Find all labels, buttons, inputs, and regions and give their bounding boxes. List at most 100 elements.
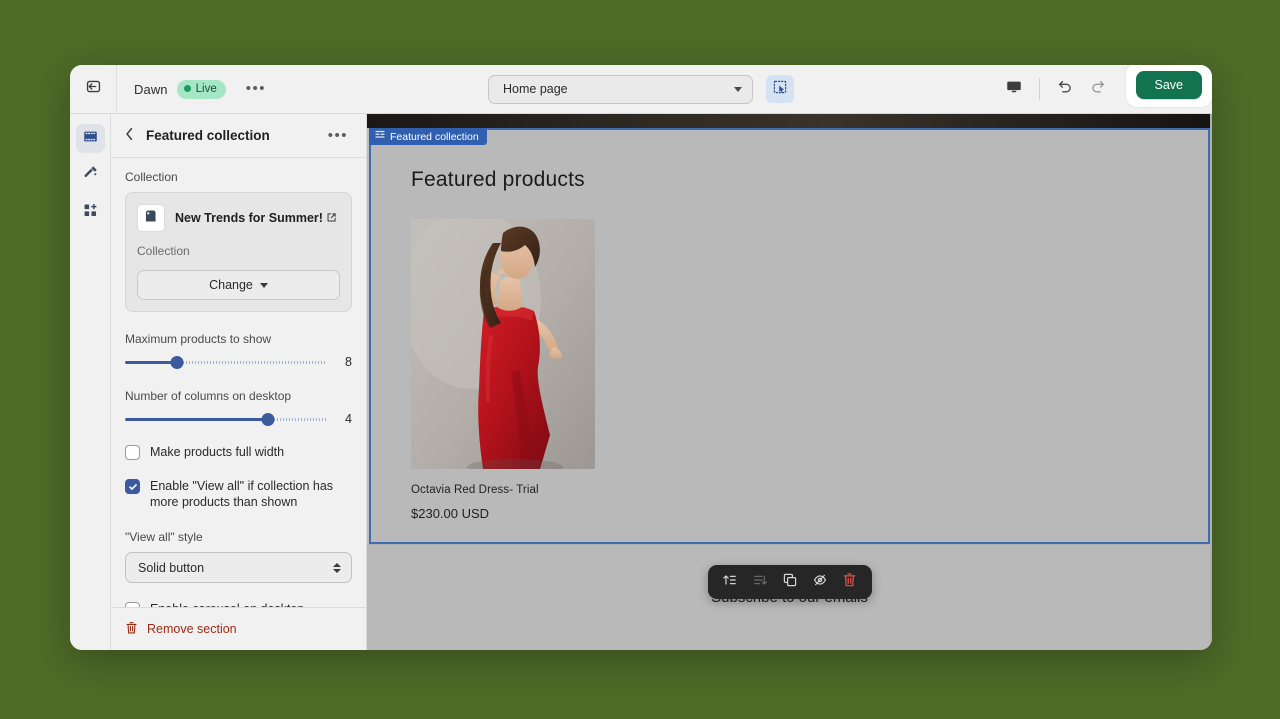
product-image [411, 219, 595, 469]
sidebar-header: Featured collection ••• [111, 114, 366, 158]
sections-icon [82, 128, 99, 150]
device-preview-button[interactable] [997, 74, 1031, 104]
top-bar-left: Dawn Live ••• [70, 65, 270, 114]
chevron-down-icon [259, 282, 268, 288]
paint-roller-icon [81, 164, 99, 187]
preview-edge [1210, 114, 1212, 650]
theme-name: Dawn [134, 81, 168, 97]
exit-editor-button[interactable] [70, 65, 117, 114]
undo-button[interactable] [1048, 74, 1082, 104]
hide-button[interactable] [806, 569, 834, 595]
live-dot-icon [183, 85, 191, 92]
delete-button[interactable] [836, 569, 864, 595]
view-all-style-label: "View all" style [125, 530, 203, 544]
editor-body: Featured collection ••• Collection New T… [70, 114, 1212, 650]
theme-editor-window: Dawn Live ••• Home page Save Featured co… [70, 65, 1212, 650]
rail-item-theme-settings[interactable] [76, 161, 105, 190]
settings-sidebar: Featured collection ••• Collection New T… [111, 114, 367, 650]
page-selector[interactable]: Home page [488, 74, 753, 104]
columns-value: 4 [345, 412, 352, 426]
duplicate-icon [782, 572, 798, 593]
desktop-preview-icon [1005, 78, 1023, 101]
section-label-badge: Featured collection [369, 128, 487, 145]
max-products-slider-block: Maximum products to show 8 [125, 332, 352, 369]
columns-slider-block: Number of columns on desktop 4 [125, 389, 352, 426]
view-all-style-block: "View all" style Solid button [125, 530, 352, 583]
eye-slash-icon [812, 572, 828, 593]
exit-arrow-icon [85, 78, 102, 100]
page-title: Featured collection [146, 128, 270, 143]
toolbar-divider [1038, 78, 1040, 100]
move-down-icon [752, 572, 768, 593]
undo-icon [1055, 77, 1074, 101]
sidebar-scroll-area[interactable]: Collection New Trends for Summer! Collec… [111, 158, 366, 607]
view-all-checkbox[interactable] [125, 479, 140, 494]
collection-card-row: New Trends for Summer! [137, 204, 340, 232]
sidebar-footer: Remove section [111, 607, 366, 650]
product-card[interactable]: Octavia Red Dress- Trial $230.00 USD [411, 219, 1208, 521]
storefront-preview[interactable]: Featured collection Featured products Oc… [367, 114, 1212, 650]
duplicate-button[interactable] [776, 569, 804, 595]
section-heading: Featured products [411, 168, 585, 191]
external-link-icon[interactable] [326, 212, 337, 223]
rail-item-sections[interactable] [75, 124, 105, 153]
move-up-icon [722, 572, 738, 593]
max-products-value: 8 [345, 355, 352, 369]
collection-thumbnail [137, 204, 165, 232]
columns-slider-row: 4 [125, 412, 352, 426]
inspector-toggle-button[interactable] [766, 75, 794, 103]
product-price: $230.00 USD [411, 506, 490, 521]
section-label-text: Featured collection [390, 130, 479, 143]
collection-card: New Trends for Summer! Collection Change [125, 192, 352, 312]
change-button-label: Change [209, 278, 253, 292]
remove-section-button[interactable]: Remove section [125, 621, 237, 638]
select-inspector-icon [772, 79, 788, 100]
collection-card-subtitle: Collection [137, 244, 190, 258]
redo-button[interactable] [1082, 74, 1116, 104]
collection-name-wrap: New Trends for Summer! [175, 209, 337, 227]
rail-item-apps[interactable] [76, 198, 105, 227]
trash-icon [125, 621, 138, 638]
chevron-down-icon [734, 86, 742, 92]
section-grid-icon [375, 130, 385, 143]
full-width-checkbox-row[interactable]: Make products full width [125, 444, 352, 460]
preview-hero-strip [367, 114, 1212, 128]
save-button[interactable]: Save [1135, 71, 1202, 99]
move-down-button[interactable] [746, 569, 774, 595]
change-collection-button[interactable]: Change [137, 270, 340, 300]
stepper-chevrons-icon [333, 562, 341, 573]
left-rail [70, 114, 111, 650]
chevron-left-icon[interactable] [125, 127, 140, 144]
full-width-checkbox-label: Make products full width [150, 445, 285, 459]
view-all-style-select[interactable]: Solid button [125, 552, 352, 583]
section-more-button[interactable]: ••• [324, 128, 352, 143]
featured-collection-section[interactable]: Featured collection Featured products Oc… [369, 128, 1210, 544]
columns-label: Number of columns on desktop [125, 389, 292, 403]
max-products-slider[interactable] [125, 355, 326, 369]
theme-more-button[interactable]: ••• [242, 81, 270, 96]
view-all-style-value: Solid button [138, 560, 205, 575]
move-up-button[interactable] [716, 569, 744, 595]
apps-grid-plus-icon [82, 202, 99, 224]
view-all-checkbox-row[interactable]: Enable "View all" if collection has more… [125, 478, 352, 510]
view-all-checkbox-label: Enable "View all" if collection has more… [150, 479, 334, 509]
product-title[interactable]: Octavia Red Dress- Trial [411, 484, 1208, 496]
collection-name: New Trends for Summer! [175, 211, 323, 225]
remove-section-label: Remove section [147, 622, 237, 636]
collection-tag-icon [143, 208, 159, 229]
full-width-checkbox[interactable] [125, 445, 140, 460]
section-content: Featured products Octavia Red Dress- Tri… [371, 130, 1208, 521]
trash-icon [842, 572, 857, 593]
max-products-slider-row: 8 [125, 355, 352, 369]
top-bar-right: Save [997, 65, 1212, 113]
collection-field-label: Collection [125, 170, 178, 184]
page-selector-value: Home page [503, 82, 568, 96]
redo-icon [1089, 77, 1108, 101]
woman-in-red-dress-photo [411, 219, 595, 469]
status-badge-label: Live [195, 82, 217, 95]
top-bar: Dawn Live ••• Home page Save [70, 65, 1212, 114]
status-badge: Live [176, 79, 226, 99]
max-products-label: Maximum products to show [125, 332, 272, 346]
columns-slider[interactable] [125, 412, 326, 426]
section-action-toolbar [707, 565, 872, 599]
